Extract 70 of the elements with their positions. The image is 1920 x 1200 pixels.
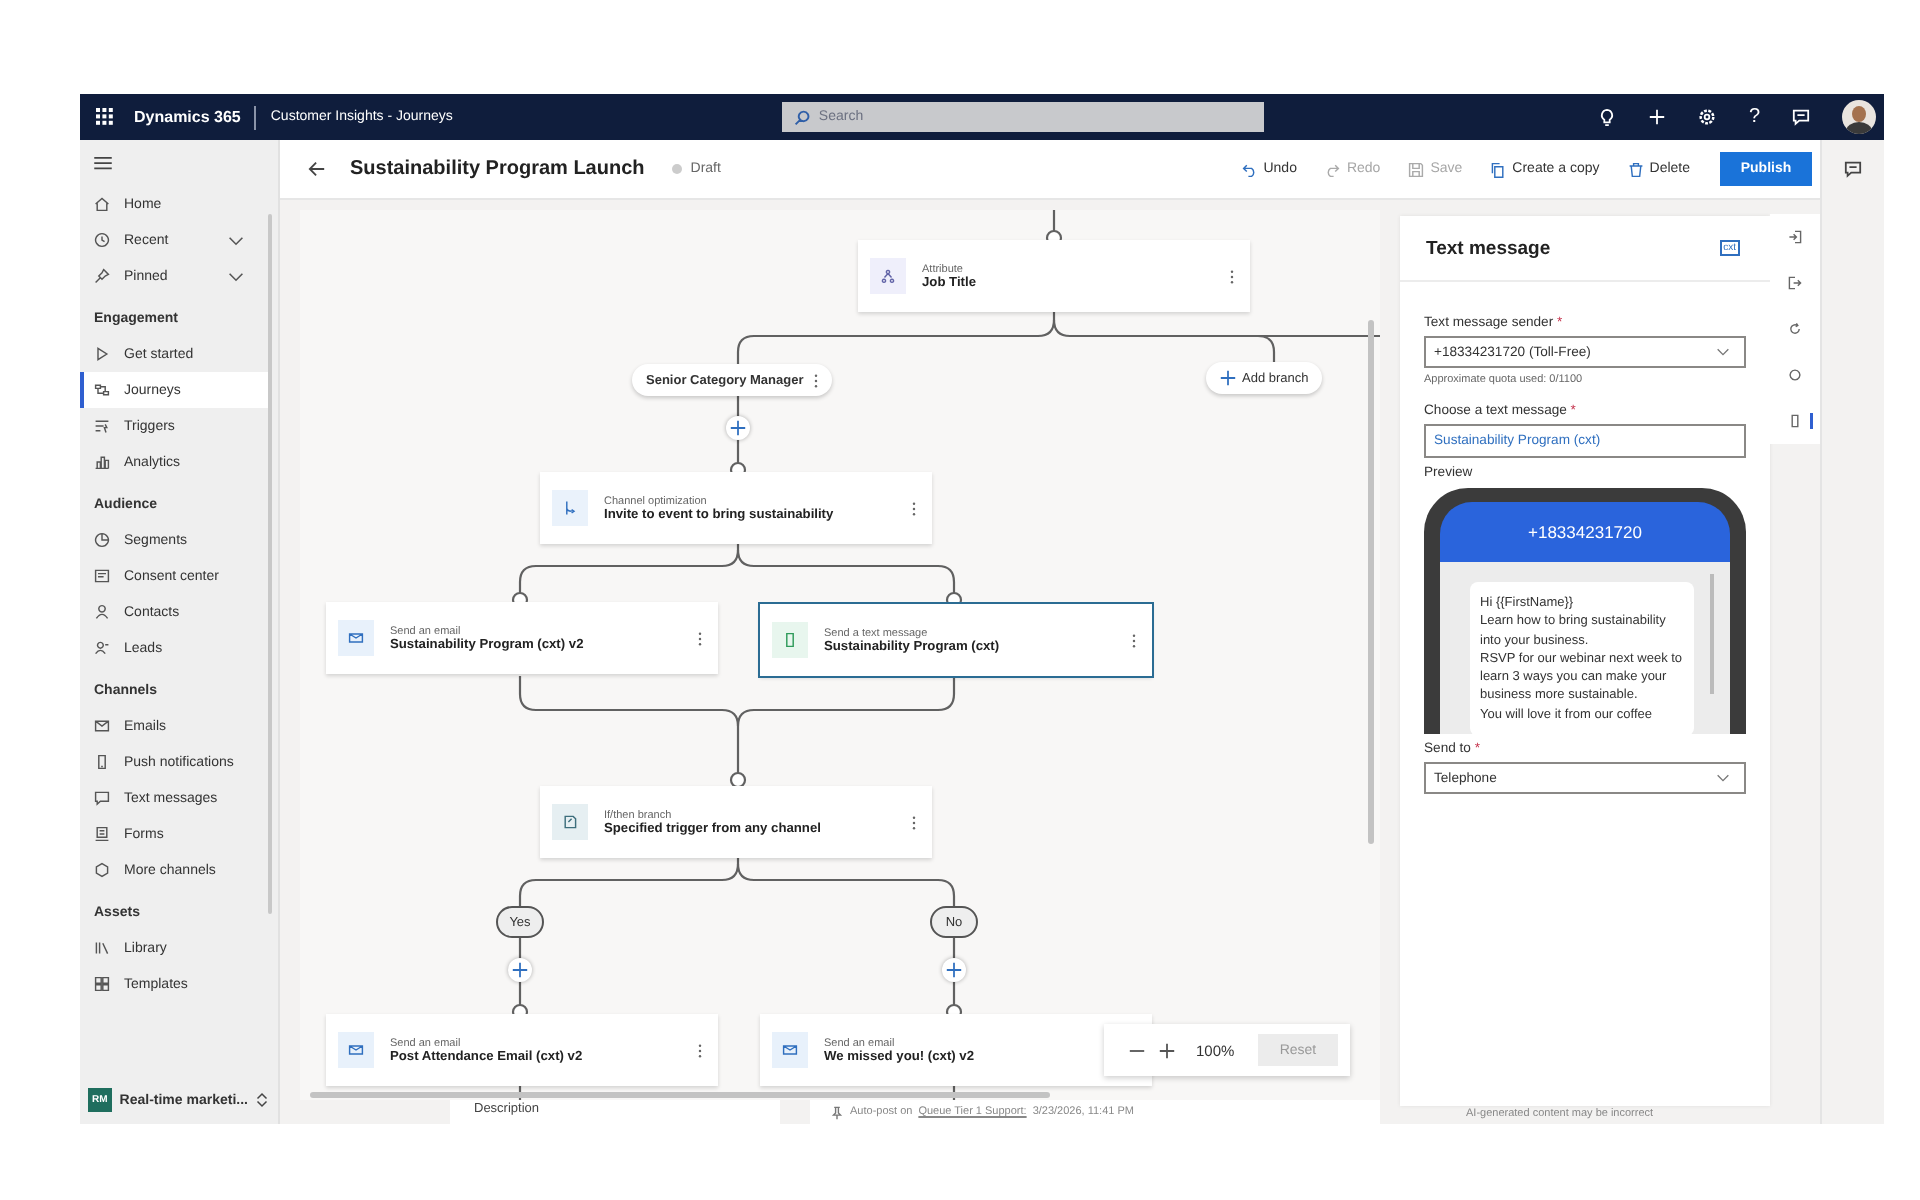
search-icon — [794, 109, 811, 125]
phone-number: +18334231720 — [1528, 522, 1642, 542]
library-icon — [94, 940, 110, 956]
chat-icon[interactable] — [1844, 160, 1862, 178]
plus-icon — [1220, 370, 1236, 386]
save-icon — [1408, 161, 1425, 177]
up-down-icon — [255, 1092, 268, 1108]
panel-title: Text message — [1426, 237, 1551, 259]
plus-icon — [946, 962, 962, 978]
hierarchy-icon — [880, 268, 896, 284]
chevron-down-icon — [228, 235, 244, 245]
play-icon — [94, 346, 110, 362]
plus-icon — [512, 962, 528, 978]
plus-icon[interactable] — [1648, 108, 1667, 126]
add-step-button[interactable] — [726, 416, 750, 440]
lightbulb-icon[interactable] — [1598, 108, 1617, 126]
add-step-button[interactable] — [508, 958, 532, 982]
scrollbar — [1710, 574, 1714, 694]
app-launcher-icon[interactable] — [96, 108, 114, 126]
avatar[interactable] — [1842, 100, 1876, 134]
undo-icon — [1241, 161, 1258, 177]
mail-icon — [94, 718, 110, 734]
help-icon[interactable]: ? — [1748, 107, 1760, 127]
mail-icon — [348, 1042, 364, 1058]
plus-icon — [730, 420, 746, 436]
trash-icon — [1627, 161, 1644, 177]
templates-icon — [94, 976, 110, 992]
hexagon-icon — [94, 862, 110, 878]
document-icon — [94, 568, 110, 584]
phone-icon — [1788, 414, 1802, 428]
chevron-down-icon — [1716, 774, 1730, 782]
person-icon — [94, 640, 110, 656]
chevron-down-icon — [228, 271, 244, 281]
copy-icon — [1490, 161, 1507, 177]
segment-icon — [94, 532, 110, 548]
zoom-in-icon[interactable] — [1158, 1041, 1176, 1059]
document-icon — [562, 814, 578, 830]
more-icon — [813, 373, 818, 387]
person-icon — [94, 604, 110, 620]
branch-icon — [562, 500, 578, 516]
phone-icon — [782, 632, 798, 648]
scrollbar[interactable] — [310, 1092, 1050, 1098]
mail-icon — [782, 1042, 798, 1058]
pin-icon — [830, 1105, 844, 1119]
status-dot — [672, 164, 683, 174]
add-step-button[interactable] — [942, 958, 966, 982]
sign-out-icon — [1788, 276, 1802, 290]
scrollbar[interactable] — [1368, 320, 1374, 844]
redo-icon — [1324, 161, 1341, 177]
pin-icon — [94, 268, 110, 284]
chart-icon — [94, 454, 110, 470]
refresh-icon — [1788, 322, 1802, 336]
trigger-icon — [94, 418, 110, 434]
app-name[interactable]: Dynamics 365 — [134, 108, 241, 126]
form-icon — [94, 826, 110, 842]
scrollbar[interactable] — [268, 214, 272, 914]
sign-in-icon — [1788, 230, 1802, 244]
journey-title: Sustainability Program Launch — [350, 158, 645, 180]
message-icon — [94, 790, 110, 806]
chevron-down-icon — [1716, 348, 1730, 356]
mail-icon — [348, 630, 364, 646]
home-icon — [94, 196, 110, 212]
back-arrow-icon[interactable] — [308, 160, 326, 178]
connector-port — [729, 771, 747, 789]
connector-line — [1052, 210, 1056, 231]
phone-icon — [94, 754, 110, 770]
menu-icon[interactable] — [94, 156, 112, 170]
settings-icon[interactable] — [1698, 108, 1717, 126]
clock-icon — [94, 232, 110, 248]
journey-icon — [94, 382, 110, 398]
